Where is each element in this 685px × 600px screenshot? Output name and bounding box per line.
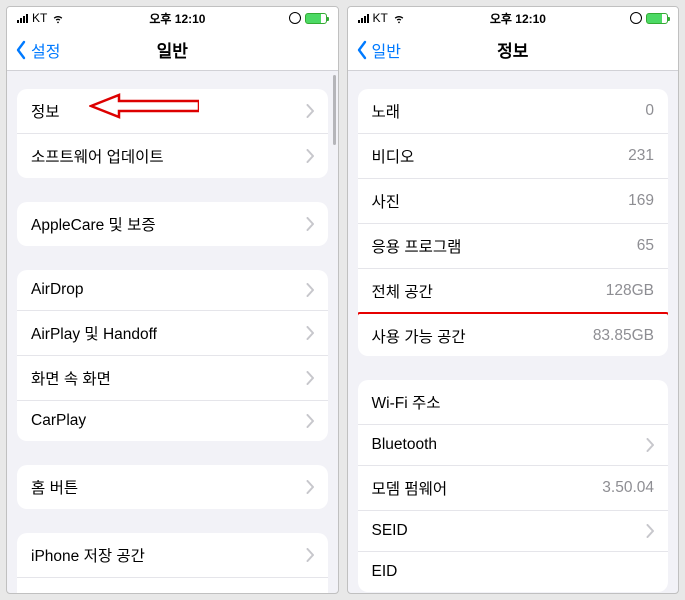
chevron-right-icon — [646, 438, 654, 452]
row-value: 128GB — [606, 282, 654, 300]
chevron-right-icon — [306, 104, 314, 118]
nav-bar: 설정 일반 — [7, 29, 338, 71]
row-label: 소프트웨어 업데이트 — [31, 145, 164, 167]
carrier-label: KT — [32, 11, 47, 25]
row-label: 전체 공간 — [372, 280, 433, 302]
row-value: 0 — [645, 102, 654, 120]
settings-row[interactable]: 응용 프로그램 65 — [358, 224, 669, 269]
chevron-left-icon — [354, 40, 370, 60]
back-label: 설정 — [31, 38, 60, 62]
settings-row[interactable]: AirPlay 및 Handoff — [17, 311, 328, 356]
row-label: AppleCare 및 보증 — [31, 213, 156, 235]
settings-row[interactable]: Wi-Fi 주소 — [358, 380, 669, 425]
status-time: 오후 12:10 — [149, 10, 205, 27]
settings-group: AirDrop AirPlay 및 Handoff 화면 속 화면 CarPlay — [17, 270, 328, 441]
rotation-lock-icon — [289, 12, 301, 24]
settings-row[interactable]: 사진 169 — [358, 179, 669, 224]
row-label: 모뎀 펌웨어 — [372, 477, 448, 499]
row-label: Wi-Fi 주소 — [372, 391, 441, 413]
row-label: 노래 — [372, 100, 401, 122]
settings-row[interactable]: 정보 — [17, 89, 328, 134]
row-label: AirPlay 및 Handoff — [31, 322, 157, 344]
row-label: 응용 프로그램 — [372, 235, 462, 257]
settings-group: Wi-Fi 주소 Bluetooth 모뎀 펌웨어 3.50.04 SEID EID — [358, 380, 669, 592]
battery-icon — [305, 13, 327, 24]
settings-row[interactable]: SEID — [358, 511, 669, 552]
status-bar: KT 오후 12:10 — [7, 7, 338, 29]
status-time: 오후 12:10 — [490, 10, 546, 27]
status-left: KT — [358, 11, 406, 25]
wifi-icon — [392, 11, 406, 25]
settings-row[interactable]: EID — [358, 552, 669, 592]
left-phone: KT 오후 12:10 설정 일반 정보소프트웨어 업데이트 AppleCare … — [6, 6, 339, 594]
back-label: 일반 — [372, 38, 401, 62]
chevron-right-icon — [306, 414, 314, 428]
row-value: 3.50.04 — [602, 479, 654, 497]
signal-icon — [17, 13, 28, 23]
back-button[interactable]: 설정 — [7, 38, 60, 62]
status-right — [630, 12, 668, 24]
settings-row[interactable]: 전체 공간 128GB — [358, 269, 669, 314]
settings-group: iPhone 저장 공간백그라운드 앱 새로 고침 — [17, 533, 328, 593]
chevron-right-icon — [306, 371, 314, 385]
right-phone: KT 오후 12:10 일반 정보 노래 0 비디오 231 사진 169 응용 프로그램 6… — [347, 6, 680, 594]
settings-row[interactable]: 노래 0 — [358, 89, 669, 134]
row-label: 홈 버튼 — [31, 476, 78, 498]
settings-row[interactable]: CarPlay — [17, 401, 328, 441]
row-value: 65 — [637, 237, 654, 255]
row-value: 169 — [628, 192, 654, 210]
settings-row[interactable]: 화면 속 화면 — [17, 356, 328, 401]
settings-list[interactable]: 정보소프트웨어 업데이트 AppleCare 및 보증 AirDrop AirPlay… — [7, 71, 338, 593]
row-label: CarPlay — [31, 412, 86, 430]
row-label: 비디오 — [372, 145, 415, 167]
wifi-icon — [51, 11, 65, 25]
row-label: iPhone 저장 공간 — [31, 544, 145, 566]
row-label: 정보 — [31, 100, 60, 122]
chevron-right-icon — [306, 480, 314, 494]
row-label: 사용 가능 공간 — [372, 325, 466, 347]
row-label: 화면 속 화면 — [31, 367, 111, 389]
settings-row[interactable]: AirDrop — [17, 270, 328, 311]
settings-row[interactable]: Bluetooth — [358, 425, 669, 466]
row-label: Bluetooth — [372, 436, 438, 454]
rotation-lock-icon — [630, 12, 642, 24]
chevron-right-icon — [646, 524, 654, 538]
carrier-label: KT — [373, 11, 388, 25]
row-value: 83.85GB — [593, 327, 654, 345]
scrollbar[interactable] — [333, 75, 336, 145]
chevron-right-icon — [306, 548, 314, 562]
chevron-right-icon — [306, 149, 314, 163]
settings-row[interactable]: 비디오 231 — [358, 134, 669, 179]
battery-icon — [646, 13, 668, 24]
row-value: 231 — [628, 147, 654, 165]
row-label: EID — [372, 563, 398, 581]
row-label: 사진 — [372, 190, 401, 212]
chevron-right-icon — [306, 326, 314, 340]
settings-row[interactable]: 모뎀 펌웨어 3.50.04 — [358, 466, 669, 511]
settings-group: AppleCare 및 보증 — [17, 202, 328, 246]
back-button[interactable]: 일반 — [348, 38, 401, 62]
row-label: 백그라운드 앱 새로 고침 — [31, 589, 187, 593]
row-label: SEID — [372, 522, 408, 540]
status-left: KT — [17, 11, 65, 25]
signal-icon — [358, 13, 369, 23]
row-label: AirDrop — [31, 281, 84, 299]
chevron-left-icon — [13, 40, 29, 60]
status-bar: KT 오후 12:10 — [348, 7, 679, 29]
settings-row[interactable]: 홈 버튼 — [17, 465, 328, 509]
settings-row[interactable]: 소프트웨어 업데이트 — [17, 134, 328, 178]
settings-group: 노래 0 비디오 231 사진 169 응용 프로그램 65 전체 공간 128GB 사용 가능 공… — [358, 89, 669, 356]
settings-row[interactable]: iPhone 저장 공간 — [17, 533, 328, 578]
chevron-right-icon — [306, 217, 314, 231]
chevron-right-icon — [306, 283, 314, 297]
settings-row[interactable]: 사용 가능 공간 83.85GB — [358, 312, 669, 356]
settings-group: 정보소프트웨어 업데이트 — [17, 89, 328, 178]
settings-row[interactable]: AppleCare 및 보증 — [17, 202, 328, 246]
about-list[interactable]: 노래 0 비디오 231 사진 169 응용 프로그램 65 전체 공간 128GB 사용 가능 공… — [348, 71, 679, 593]
settings-row[interactable]: 백그라운드 앱 새로 고침 — [17, 578, 328, 593]
settings-group: 홈 버튼 — [17, 465, 328, 509]
nav-bar: 일반 정보 — [348, 29, 679, 71]
status-right — [289, 12, 327, 24]
